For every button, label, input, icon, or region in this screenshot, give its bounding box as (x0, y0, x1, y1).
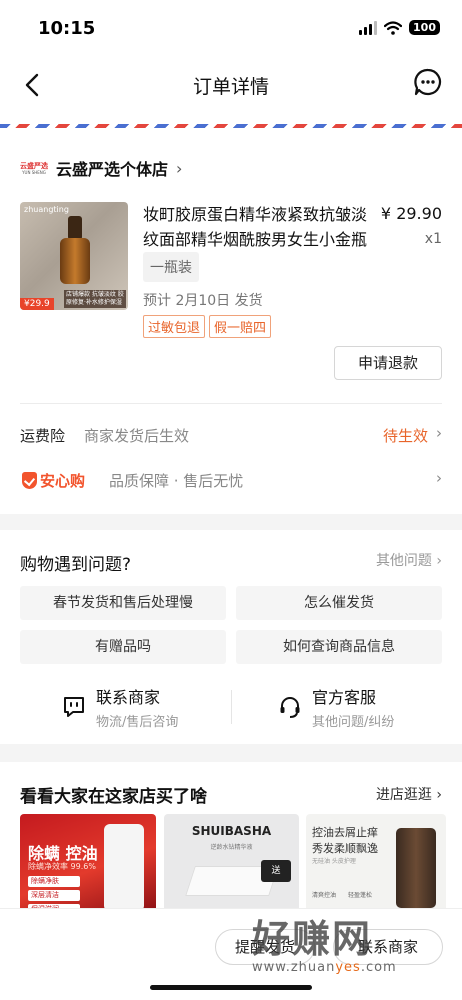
other-questions-link[interactable]: 其他问题 › (376, 550, 442, 570)
shop-name: 云盛严选个体店 (56, 160, 169, 179)
divider (20, 403, 442, 404)
anxingou-logo: 安心购 (22, 470, 85, 491)
official-support-button[interactable]: 官方客服 其他问题/纠纷 (278, 684, 394, 730)
insurance-status: 待生效 (382, 427, 428, 445)
remind-ship-button[interactable]: 提醒发货 (215, 929, 315, 965)
wifi-icon (384, 20, 403, 35)
tag-fake-compensation: 假一赔四 (209, 315, 272, 338)
product-bottle-image (396, 828, 436, 908)
order-card: 云盛严选 YUN SHENG 云盛严选个体店 › zhuangting ¥29.… (0, 134, 462, 514)
status-icons: 100 (359, 20, 440, 35)
page-title: 订单详情 (192, 76, 269, 98)
product-image-brand: zhuangting (24, 205, 69, 214)
contact-merchant-button[interactable]: 联系商家 物流/售后咨询 (62, 684, 178, 730)
insurance-description: 商家发货后生效 (84, 427, 190, 445)
divider (231, 690, 232, 724)
contact-merchant-bottom-button[interactable]: 联系商家 (333, 929, 443, 965)
help-title: 购物遇到问题? (20, 555, 132, 575)
headset-icon (280, 697, 300, 718)
question-grid: 春节发货和售后处理慢 怎么催发货 有赠品吗 如何查询商品信息 (20, 586, 442, 664)
product-image-subtag: 店铺爆款 抗皱淡纹 胶原修复·补水修护保湿 (64, 290, 126, 308)
refund-button[interactable]: 申请退款 (334, 346, 442, 380)
cellular-signal-icon (359, 20, 378, 35)
question-button[interactable]: 怎么催发货 (236, 586, 442, 620)
status-time: 10:15 (38, 18, 96, 39)
message-icon[interactable] (414, 68, 442, 96)
product-title[interactable]: 妆町胶原蛋白精华液紧致抗皱淡纹面部精华烟酰胺男女生小金瓶 (143, 202, 375, 252)
tag-allergy-refund: 过敏包退 (143, 315, 206, 338)
recommend-item[interactable]: 控油去屑止痒 秀发柔顺飘逸 无硅油 头皮护理 清爽控油 轻盈蓬松 (306, 814, 446, 914)
nav-bar: 订单详情 (0, 58, 462, 120)
recommend-item[interactable]: 除螨 控油 除螨净效率 99.6% 除螨净肤 深层清洁 保湿滋润 (20, 814, 156, 914)
shield-check-icon (22, 472, 37, 489)
shop-logo: 云盛严选 YUN SHENG (20, 161, 48, 175)
insurance-label: 运费险 (20, 427, 66, 445)
battery-icon: 100 (409, 20, 440, 35)
product-variant: 一瓶装 (143, 252, 199, 282)
product-bottle-image (104, 824, 144, 910)
product-price: ¥ 29.90 (380, 204, 442, 223)
chevron-right-icon: › (436, 424, 442, 442)
anxingou-description: 品质保障 · 售后无忧 (109, 472, 244, 490)
help-card: 购物遇到问题? 其他问题 › 春节发货和售后处理慢 怎么催发货 有赠品吗 如何查… (0, 530, 462, 744)
service-tags: 过敏包退 假一赔四 (143, 315, 272, 338)
shipping-insurance-row[interactable]: 运费险 商家发货后生效 待生效 › (20, 423, 442, 449)
recommend-item[interactable]: SHUIBASHA 逆龄水钻精华液 送 (164, 814, 299, 914)
shop-header[interactable]: 云盛严选 YUN SHENG 云盛严选个体店 › (20, 156, 182, 180)
chat-icon (64, 697, 84, 717)
recommend-title: 看看大家在这家店买了啥 (20, 787, 207, 807)
contact-row: 联系商家 物流/售后咨询 官方客服 其他问题/纠纷 (0, 684, 462, 730)
question-button[interactable]: 如何查询商品信息 (236, 630, 442, 664)
anxingou-row[interactable]: 安心购 品质保障 · 售后无忧 › (20, 468, 442, 494)
product-image-price: ¥29.9 (20, 298, 54, 310)
chevron-right-icon: › (176, 158, 183, 178)
decorative-stripe (0, 120, 462, 134)
product-image[interactable]: zhuangting ¥29.9 店铺爆款 抗皱淡纹 胶原修复·补水修护保湿 (20, 202, 128, 310)
status-bar: 10:15 100 (0, 0, 462, 58)
ship-date: 预计 2月10日 发货 (143, 293, 263, 309)
product-quantity: x1 (424, 231, 442, 247)
question-button[interactable]: 春节发货和售后处理慢 (20, 586, 226, 620)
chevron-right-icon: › (436, 469, 442, 487)
home-indicator (150, 985, 312, 990)
question-button[interactable]: 有赠品吗 (20, 630, 226, 664)
visit-store-link[interactable]: 进店逛逛 › (376, 784, 442, 804)
